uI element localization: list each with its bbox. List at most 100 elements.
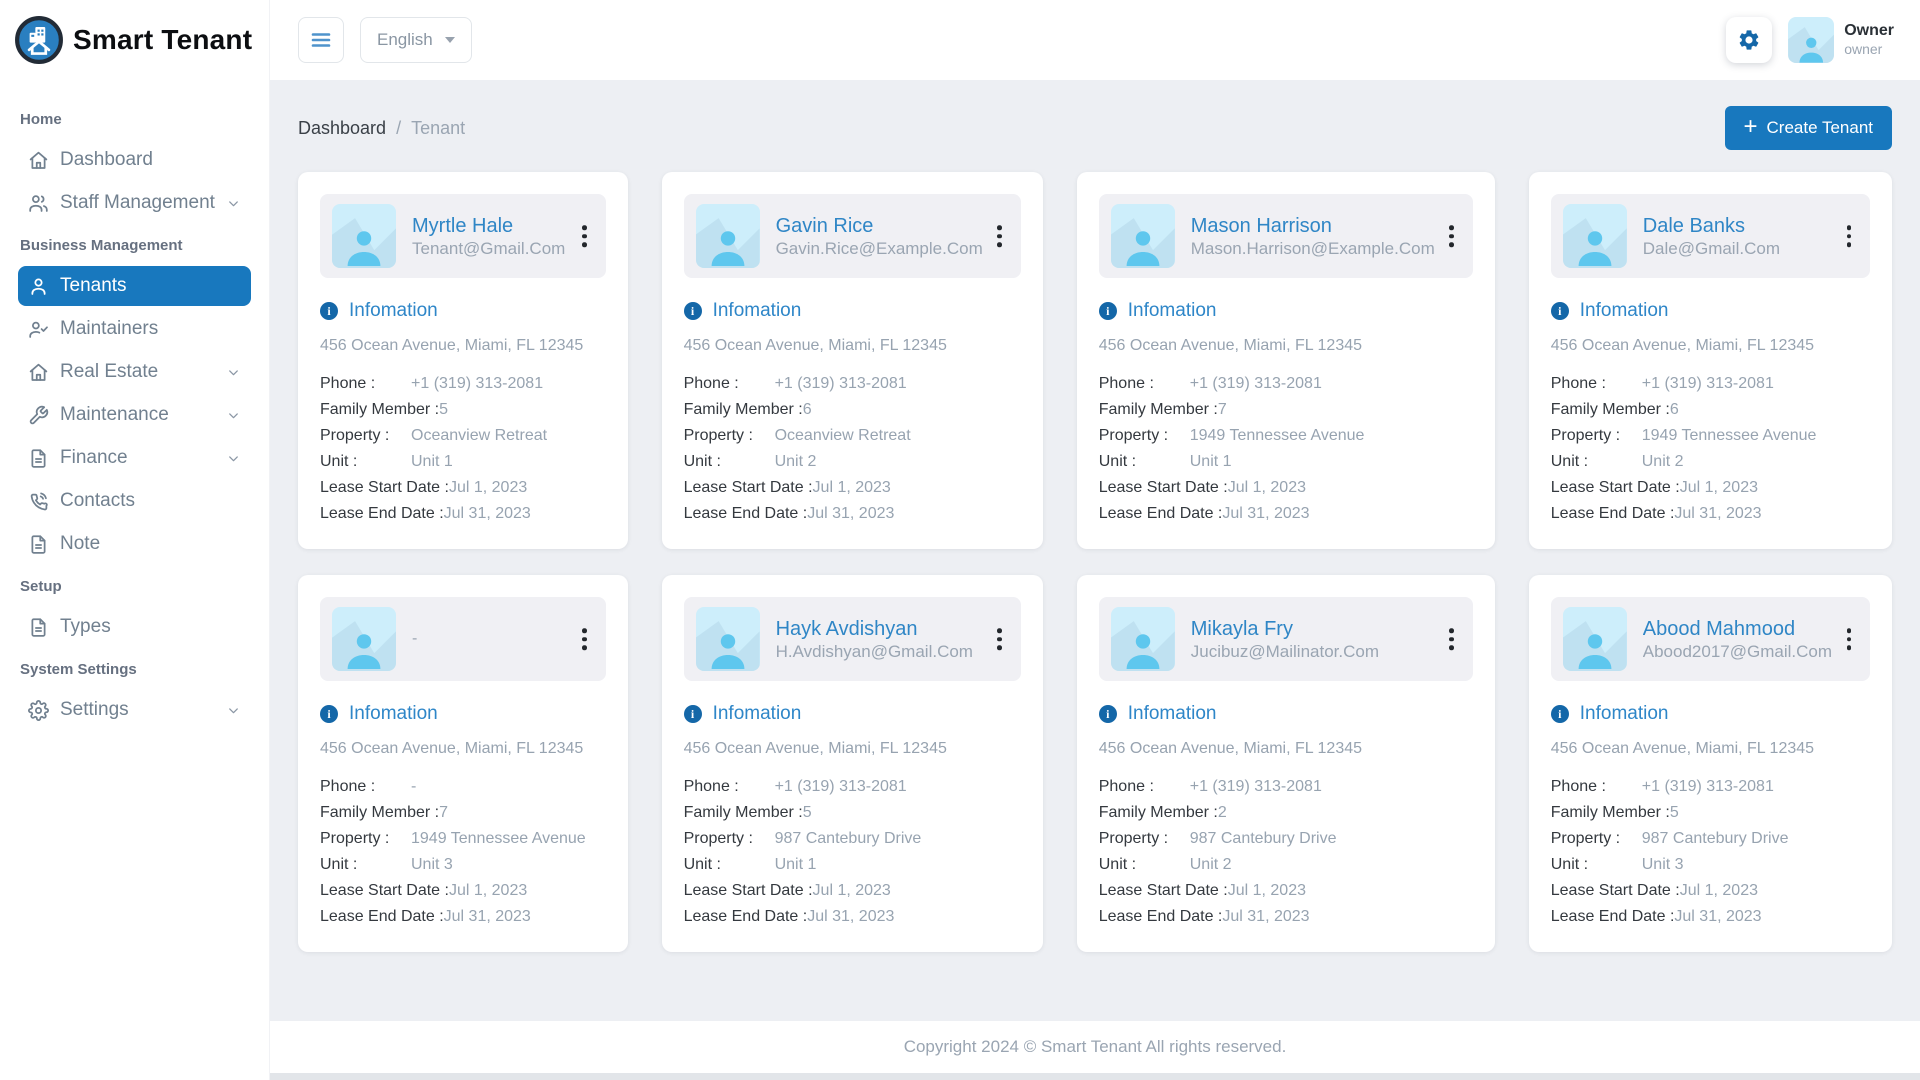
kebab-menu-icon[interactable] [992,623,1007,655]
detail-label: Phone : [1551,774,1642,800]
sidebar-item-staff-management[interactable]: Staff Management [18,183,251,223]
kebab-menu-icon[interactable] [1842,220,1857,252]
sidebar-section-home: Home [0,100,269,137]
detail-label: Family Member : [1099,397,1218,423]
breadcrumb-dashboard-link[interactable]: Dashboard [298,118,386,139]
copyright-text: Copyright 2024 © Smart Tenant All rights… [904,1037,1287,1057]
gear-icon [28,700,49,721]
tenant-avatar [1111,204,1175,268]
tenant-name[interactable]: Mikayla Fry [1191,616,1379,642]
tenant-details: Phone :-Family Member :7Property :1949 T… [320,774,606,930]
sidebar-item-types[interactable]: Types [18,607,251,647]
tenant-card: Myrtle Hale Tenant@Gmail.Com i Infomatio… [298,172,628,549]
detail-label: Family Member : [320,800,439,826]
tenant-address: 456 Ocean Avenue, Miami, FL 12345 [1099,740,1473,758]
detail-value: Jul 31, 2023 [444,908,531,925]
tenant-card: Hayk Avdishyan H.Avdishyan@Gmail.Com i I… [662,575,1043,952]
detail-row-family: Family Member :6 [684,397,1021,423]
detail-row-phone: Phone :+1 (319) 313-2081 [1551,774,1870,800]
kebab-menu-icon[interactable] [577,220,592,252]
tenant-name[interactable]: Dale Banks [1643,213,1780,239]
detail-row-lease_start: Lease Start Date :Jul 1, 2023 [1551,475,1870,501]
detail-row-lease_end: Lease End Date :Jul 31, 2023 [320,501,606,527]
phone-icon [28,491,49,512]
hamburger-menu-button[interactable] [298,17,344,63]
sidebar-item-maintainers[interactable]: Maintainers [18,309,251,349]
detail-row-family: Family Member :2 [1099,800,1473,826]
detail-row-unit: Unit :Unit 2 [684,449,1021,475]
tenant-card: Abood Mahmood Abood2017@Gmail.Com i Info… [1529,575,1892,952]
detail-label: Lease End Date : [320,501,444,527]
kebab-menu-icon[interactable] [577,623,592,655]
language-select[interactable]: English [360,17,472,63]
chevron-down-icon [226,408,241,423]
tenant-name[interactable]: Mason Harrison [1191,213,1435,239]
sidebar-item-label: Finance [60,447,128,469]
information-label: Infomation [1580,703,1669,725]
sidebar-item-note[interactable]: Note [18,524,251,564]
kebab-menu-icon[interactable] [1444,623,1459,655]
detail-row-unit: Unit :Unit 1 [684,852,1021,878]
detail-value: Jul 31, 2023 [807,505,894,522]
tenant-details: Phone :+1 (319) 313-2081Family Member :5… [684,774,1021,930]
detail-row-property: Property :1949 Tennessee Avenue [1551,423,1870,449]
info-icon: i [320,705,338,723]
brand[interactable]: Smart Tenant [0,0,269,80]
tenant-email: Jucibuz@Mailinator.Com [1191,642,1379,662]
sidebar-item-settings[interactable]: Settings [18,690,251,730]
detail-row-lease_end: Lease End Date :Jul 31, 2023 [1099,501,1473,527]
detail-row-lease_end: Lease End Date :Jul 31, 2023 [320,904,606,930]
tenant-name[interactable]: - [412,629,417,650]
kebab-menu-icon[interactable] [992,220,1007,252]
info-icon: i [1551,705,1569,723]
detail-label: Family Member : [320,397,439,423]
tenant-card: Mason Harrison Mason.Harrison@Example.Co… [1077,172,1495,549]
sidebar-nav: HomeDashboardStaff ManagementBusiness Ma… [0,80,269,733]
sidebar-item-real-estate[interactable]: Real Estate [18,352,251,392]
chevron-down-icon [226,196,241,211]
tenant-name[interactable]: Abood Mahmood [1643,616,1832,642]
sidebar-item-maintenance[interactable]: Maintenance [18,395,251,435]
detail-value: 2 [1218,804,1227,821]
detail-value: 6 [803,401,812,418]
file-icon [28,448,49,469]
sidebar-item-contacts[interactable]: Contacts [18,481,251,521]
tenant-email: Dale@Gmail.Com [1643,239,1780,259]
gear-icon [1737,28,1761,52]
information-label: Infomation [1580,300,1669,322]
detail-row-phone: Phone :+1 (319) 313-2081 [684,371,1021,397]
detail-row-lease_start: Lease Start Date :Jul 1, 2023 [1099,878,1473,904]
sidebar-section-setup: Setup [0,567,269,604]
info-icon: i [684,705,702,723]
main-content: Dashboard / Tenant + Create Tenant Myrtl… [270,80,1920,1021]
kebab-menu-icon[interactable] [1842,623,1857,655]
sidebar-item-dashboard[interactable]: Dashboard [18,140,251,180]
sidebar-item-tenants[interactable]: Tenants [18,266,251,306]
user-menu[interactable]: Owner owner [1788,17,1894,63]
tenant-details: Phone :+1 (319) 313-2081Family Member :6… [684,371,1021,527]
sidebar-item-finance[interactable]: Finance [18,438,251,478]
detail-label: Family Member : [684,800,803,826]
wrench-icon [28,405,49,426]
home-icon [28,362,49,383]
detail-label: Unit : [1099,852,1190,878]
info-icon: i [1099,302,1117,320]
detail-label: Family Member : [1551,800,1670,826]
detail-value: Unit 2 [1642,453,1684,470]
detail-label: Lease End Date : [1099,904,1223,930]
detail-row-lease_start: Lease Start Date :Jul 1, 2023 [684,475,1021,501]
create-tenant-button[interactable]: + Create Tenant [1725,106,1893,150]
tenant-name[interactable]: Hayk Avdishyan [776,616,973,642]
detail-row-phone: Phone :+1 (319) 313-2081 [1551,371,1870,397]
kebab-menu-icon[interactable] [1444,220,1459,252]
tenant-email: Mason.Harrison@Example.Com [1191,239,1435,259]
tenant-name[interactable]: Gavin Rice [776,213,983,239]
person-icon [704,222,752,268]
detail-row-lease_end: Lease End Date :Jul 31, 2023 [684,904,1021,930]
detail-row-phone: Phone :+1 (319) 313-2081 [1099,774,1473,800]
settings-gear-button[interactable] [1726,17,1772,63]
tenant-address: 456 Ocean Avenue, Miami, FL 12345 [1551,337,1870,355]
detail-value: 987 Cantebury Drive [1190,830,1337,847]
tenant-name[interactable]: Myrtle Hale [412,213,565,239]
detail-row-family: Family Member :7 [320,800,606,826]
